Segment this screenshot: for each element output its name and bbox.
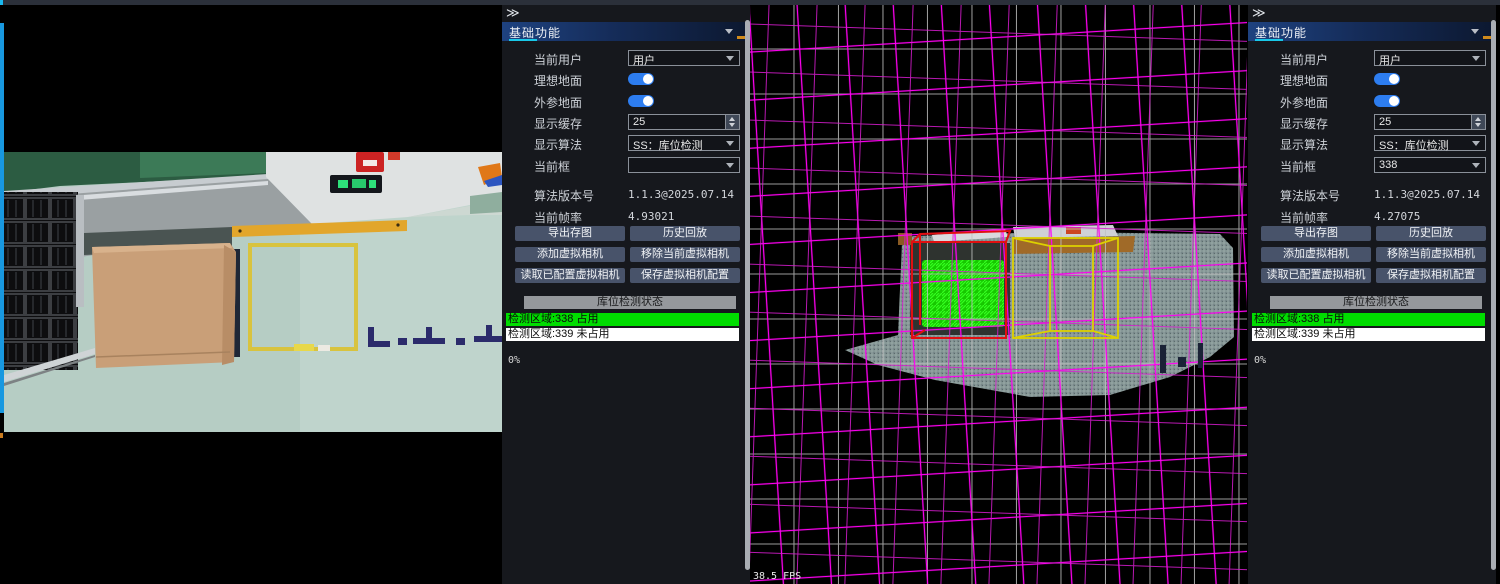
display-algorithm-select[interactable]: SS：库位检测 <box>1374 135 1486 151</box>
remove-virtual-camera-button[interactable]: 移除当前虚拟相机 <box>1376 247 1486 262</box>
load-virtual-camera-button[interactable]: 读取已配置虚拟相机 <box>515 268 625 283</box>
chevron-down-icon <box>726 163 734 168</box>
detection-zone-unoccupied-row[interactable]: 检测区域:339 未占用 <box>506 328 739 341</box>
algo-version-value: 1.1.3@2025.07.14 <box>628 188 734 201</box>
current-frame-select[interactable] <box>628 157 740 173</box>
stepper-buttons[interactable] <box>1471 115 1485 129</box>
chevron-down-icon <box>1472 141 1480 146</box>
toggle-knob <box>643 96 653 106</box>
save-virtual-camera-button[interactable]: 保存虚拟相机配置 <box>630 268 740 283</box>
current-user-value: 用户 <box>633 52 655 68</box>
algo-version-label: 算法版本号 <box>1280 187 1340 204</box>
extrinsic-ground-toggle[interactable] <box>1374 95 1400 107</box>
panel-scrollbar[interactable] <box>1491 20 1496 570</box>
display-algorithm-value: SS：库位检测 <box>1379 137 1449 153</box>
display-cache-value: 25 <box>1379 116 1391 128</box>
display-cache-label: 显示缓存 <box>1280 115 1328 132</box>
camera-viewport[interactable] <box>0 5 502 584</box>
display-algorithm-label: 显示算法 <box>1280 136 1328 153</box>
chevron-down-icon <box>1472 163 1480 168</box>
display-cache-value: 25 <box>633 116 645 128</box>
display-cache-label: 显示缓存 <box>534 115 582 132</box>
pointcloud-viewport[interactable]: 38.5 FPS <box>750 5 1247 584</box>
toggle-knob <box>1389 96 1399 106</box>
detection-zone-occupied-row[interactable]: 检测区域:338 占用 <box>1252 313 1485 326</box>
slot-detection-status-header: 库位检测状态 <box>524 296 736 309</box>
add-virtual-camera-button[interactable]: 添加虚拟相机 <box>515 247 625 262</box>
panel-title-underline <box>1255 39 1283 41</box>
remove-virtual-camera-button[interactable]: 移除当前虚拟相机 <box>630 247 740 262</box>
extrinsic-ground-label: 外参地面 <box>1280 94 1328 111</box>
ideal-ground-toggle[interactable] <box>628 73 654 85</box>
pointcloud-scene <box>750 5 1247 584</box>
toggle-knob <box>1389 74 1399 84</box>
display-algorithm-value: SS：库位检测 <box>633 137 703 153</box>
camera-orange-marker <box>0 433 3 438</box>
chevron-down-icon <box>726 56 734 61</box>
current-frame-label: 当前框 <box>534 158 570 175</box>
display-algorithm-select[interactable]: SS：库位检测 <box>628 135 740 151</box>
control-panel-left: ≫ 基础功能 当前用户 用户 理想地面 外参地面 显示缓存 25 显示算法 SS… <box>502 5 750 584</box>
camera-left-scrollbar[interactable] <box>0 23 4 413</box>
detection-zone-unoccupied-row[interactable]: 检测区域:339 未占用 <box>1252 328 1485 341</box>
export-image-button[interactable]: 导出存图 <box>1261 226 1371 241</box>
frame-rate-label: 当前帧率 <box>1280 209 1328 226</box>
current-user-label: 当前用户 <box>1280 51 1328 68</box>
progress-label: 0% <box>1254 355 1266 366</box>
display-cache-input[interactable]: 25 <box>628 114 740 130</box>
load-virtual-camera-button[interactable]: 读取已配置虚拟相机 <box>1261 268 1371 283</box>
current-frame-select[interactable]: 338 <box>1374 157 1486 173</box>
collapse-panel-icon[interactable]: ≫ <box>1252 5 1266 20</box>
panel-header[interactable]: 基础功能 <box>1248 22 1493 41</box>
app-root: ≫ 基础功能 当前用户 用户 理想地面 外参地面 显示缓存 25 显示算法 SS… <box>0 0 1500 584</box>
extrinsic-ground-toggle[interactable] <box>628 95 654 107</box>
chevron-down-icon[interactable] <box>725 29 733 34</box>
control-panel-right: ≫ 基础功能 当前用户 用户 理想地面 外参地面 显示缓存 25 显示算法 SS… <box>1248 5 1496 584</box>
frame-rate-value: 4.27075 <box>1374 210 1420 223</box>
current-user-label: 当前用户 <box>534 51 582 68</box>
history-playback-button[interactable]: 历史回放 <box>1376 226 1486 241</box>
algo-version-value: 1.1.3@2025.07.14 <box>1374 188 1480 201</box>
frame-rate-value: 4.93021 <box>628 210 674 223</box>
display-algorithm-label: 显示算法 <box>534 136 582 153</box>
extrinsic-ground-label: 外参地面 <box>534 94 582 111</box>
ideal-ground-label: 理想地面 <box>1280 72 1328 89</box>
progress-label: 0% <box>508 355 520 366</box>
panel-header[interactable]: 基础功能 <box>502 22 747 41</box>
current-user-value: 用户 <box>1379 52 1401 68</box>
camera-photo <box>0 5 502 584</box>
add-virtual-camera-button[interactable]: 添加虚拟相机 <box>1261 247 1371 262</box>
ideal-ground-label: 理想地面 <box>534 72 582 89</box>
current-user-select[interactable]: 用户 <box>1374 50 1486 66</box>
export-image-button[interactable]: 导出存图 <box>515 226 625 241</box>
stepper-buttons[interactable] <box>725 115 739 129</box>
current-frame-label: 当前框 <box>1280 158 1316 175</box>
ideal-ground-toggle[interactable] <box>1374 73 1400 85</box>
history-playback-button[interactable]: 历史回放 <box>630 226 740 241</box>
current-frame-value: 338 <box>1379 159 1397 171</box>
detection-zone-occupied-row[interactable]: 检测区域:338 占用 <box>506 313 739 326</box>
chevron-down-icon[interactable] <box>1471 29 1479 34</box>
algo-version-label: 算法版本号 <box>534 187 594 204</box>
collapse-panel-icon[interactable]: ≫ <box>506 5 520 20</box>
save-virtual-camera-button[interactable]: 保存虚拟相机配置 <box>1376 268 1486 283</box>
slot-detection-status-header: 库位检测状态 <box>1270 296 1482 309</box>
fps-label: 38.5 FPS <box>753 571 801 582</box>
display-cache-input[interactable]: 25 <box>1374 114 1486 130</box>
current-user-select[interactable]: 用户 <box>628 50 740 66</box>
chevron-down-icon <box>726 141 734 146</box>
panel-title-underline <box>509 39 537 41</box>
frame-rate-label: 当前帧率 <box>534 209 582 226</box>
toggle-knob <box>643 74 653 84</box>
chevron-down-icon <box>1472 56 1480 61</box>
